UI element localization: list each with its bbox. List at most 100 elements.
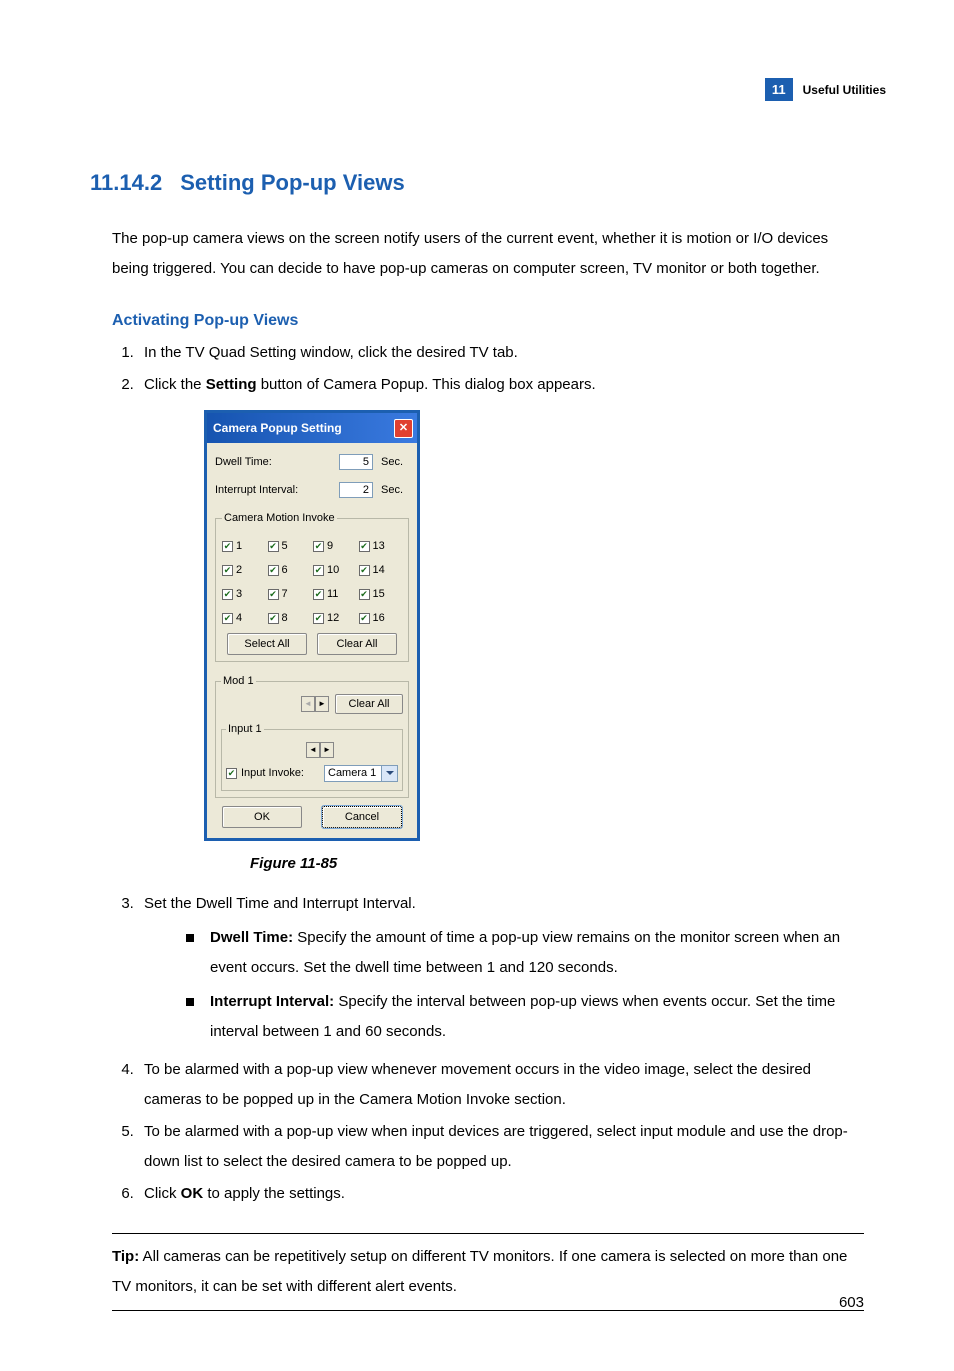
input-group: Input 1 ◄ ► ✔	[221, 718, 403, 791]
camera-checkbox-label: 4	[236, 607, 242, 629]
chapter-title: Useful Utilities	[803, 83, 886, 97]
camera-checkbox-1[interactable]: ✔1	[222, 535, 266, 557]
step-1: In the TV Quad Setting window, click the…	[138, 338, 864, 368]
camera-motion-invoke-legend: Camera Motion Invoke	[222, 507, 337, 529]
step-6: Click OK to apply the settings.	[138, 1179, 864, 1209]
camera-checkbox-2[interactable]: ✔2	[222, 559, 266, 581]
interrupt-interval-label: Interrupt Interval:	[215, 479, 335, 501]
checkbox-icon[interactable]: ✔	[268, 589, 279, 600]
chevron-down-icon[interactable]	[381, 766, 397, 781]
checkbox-icon[interactable]: ✔	[359, 565, 370, 576]
camera-checkbox-label: 12	[327, 607, 339, 629]
camera-checkbox-8[interactable]: ✔8	[268, 607, 312, 629]
section-heading: 11.14.2 Setting Pop-up Views	[90, 170, 864, 196]
checkbox-icon[interactable]: ✔	[268, 565, 279, 576]
section-number: 11.14.2	[90, 170, 162, 195]
checkbox-icon[interactable]: ✔	[313, 541, 324, 552]
tip-box: Tip: All cameras can be repetitively set…	[112, 1233, 864, 1311]
camera-checkbox-16[interactable]: ✔16	[359, 607, 403, 629]
input-invoke-checkbox[interactable]: ✔	[226, 768, 237, 779]
checkbox-icon[interactable]: ✔	[359, 589, 370, 600]
camera-select[interactable]: Camera 1	[324, 765, 398, 782]
interrupt-interval-unit: Sec.	[381, 479, 409, 501]
mod-legend: Mod 1	[221, 670, 256, 692]
chevron-right-icon[interactable]: ►	[320, 742, 334, 758]
intro-paragraph: The pop-up camera views on the screen no…	[112, 224, 864, 284]
camera-checkbox-label: 11	[327, 583, 338, 605]
camera-checkbox-7[interactable]: ✔7	[268, 583, 312, 605]
camera-checkbox-6[interactable]: ✔6	[268, 559, 312, 581]
camera-checkbox-label: 7	[282, 583, 288, 605]
cancel-button[interactable]: Cancel	[322, 806, 402, 828]
close-icon[interactable]: ✕	[394, 419, 413, 438]
camera-checkbox-label: 10	[327, 559, 339, 581]
checkbox-icon[interactable]: ✔	[359, 613, 370, 624]
dwell-time-input[interactable]	[339, 454, 373, 470]
checkbox-icon[interactable]: ✔	[222, 589, 233, 600]
camera-checkbox-5[interactable]: ✔5	[268, 535, 312, 557]
dwell-time-unit: Sec.	[381, 451, 409, 473]
camera-checkbox-13[interactable]: ✔13	[359, 535, 403, 557]
select-all-button[interactable]: Select All	[227, 633, 307, 655]
step-4: To be alarmed with a pop-up view wheneve…	[138, 1055, 864, 1115]
step-3-bullet-1: Dwell Time: Specify the amount of time a…	[180, 923, 864, 983]
camera-checkbox-label: 14	[373, 559, 385, 581]
checkbox-icon[interactable]: ✔	[222, 565, 233, 576]
step-5: To be alarmed with a pop-up view when in…	[138, 1117, 864, 1177]
figure-dialog: Camera Popup Setting ✕ Dwell Time: Sec. …	[204, 410, 864, 841]
page-number: 603	[839, 1294, 864, 1311]
checkbox-icon[interactable]: ✔	[313, 589, 324, 600]
clear-all-button[interactable]: Clear All	[317, 633, 397, 655]
camera-checkbox-label: 5	[282, 535, 288, 557]
camera-popup-setting-dialog: Camera Popup Setting ✕ Dwell Time: Sec. …	[204, 410, 420, 841]
camera-checkbox-3[interactable]: ✔3	[222, 583, 266, 605]
input-invoke-label: Input Invoke:	[241, 762, 304, 784]
section-title: Setting Pop-up Views	[180, 170, 405, 195]
camera-checkbox-11[interactable]: ✔11	[313, 583, 357, 605]
chevron-right-icon[interactable]: ►	[315, 696, 329, 712]
checkbox-icon[interactable]: ✔	[268, 613, 279, 624]
camera-checkbox-10[interactable]: ✔10	[313, 559, 357, 581]
step-3-bullet-2: Interrupt Interval: Specify the interval…	[180, 987, 864, 1047]
step-2: Click the Setting button of Camera Popup…	[138, 370, 864, 879]
input-legend: Input 1	[226, 718, 264, 740]
camera-checkbox-4[interactable]: ✔4	[222, 607, 266, 629]
camera-checkbox-15[interactable]: ✔15	[359, 583, 403, 605]
camera-select-value: Camera 1	[325, 762, 381, 784]
mod-spinner[interactable]: ◄ ►	[301, 696, 329, 712]
checkbox-icon[interactable]: ✔	[222, 541, 233, 552]
checkbox-icon[interactable]: ✔	[222, 613, 233, 624]
camera-checkbox-label: 1	[236, 535, 242, 557]
chevron-left-icon[interactable]: ◄	[306, 742, 320, 758]
input-spinner[interactable]: ◄ ►	[306, 742, 334, 758]
steps-list: In the TV Quad Setting window, click the…	[112, 338, 864, 1209]
checkbox-icon[interactable]: ✔	[268, 541, 279, 552]
mod-clear-all-button[interactable]: Clear All	[335, 694, 403, 714]
ok-button[interactable]: OK	[222, 806, 302, 828]
camera-checkbox-label: 8	[282, 607, 288, 629]
camera-checkbox-12[interactable]: ✔12	[313, 607, 357, 629]
camera-checkbox-label: 13	[373, 535, 385, 557]
camera-checkbox-label: 16	[373, 607, 385, 629]
camera-checkbox-label: 15	[373, 583, 385, 605]
camera-checkbox-label: 3	[236, 583, 242, 605]
camera-checkbox-14[interactable]: ✔14	[359, 559, 403, 581]
camera-checkbox-label: 6	[282, 559, 288, 581]
dialog-titlebar: Camera Popup Setting ✕	[207, 413, 417, 443]
camera-checkbox-9[interactable]: ✔9	[313, 535, 357, 557]
dwell-time-label: Dwell Time:	[215, 451, 335, 473]
chapter-number-badge: 11	[765, 78, 793, 101]
chevron-left-icon[interactable]: ◄	[301, 696, 315, 712]
dialog-title: Camera Popup Setting	[213, 416, 342, 440]
sub-heading: Activating Pop-up Views	[112, 312, 864, 330]
step-3: Set the Dwell Time and Interrupt Interva…	[138, 889, 864, 1047]
checkbox-icon[interactable]: ✔	[313, 565, 324, 576]
camera-motion-invoke-group: Camera Motion Invoke ✔1✔2✔3✔4✔5✔6✔7✔8✔9✔…	[215, 507, 409, 662]
camera-checkbox-label: 9	[327, 535, 333, 557]
checkbox-icon[interactable]: ✔	[313, 613, 324, 624]
camera-checkbox-label: 2	[236, 559, 242, 581]
figure-caption: Figure 11-85	[250, 849, 864, 879]
mod-group: Mod 1 ◄ ► Clear All Input 1	[215, 670, 409, 798]
interrupt-interval-input[interactable]	[339, 482, 373, 498]
checkbox-icon[interactable]: ✔	[359, 541, 370, 552]
